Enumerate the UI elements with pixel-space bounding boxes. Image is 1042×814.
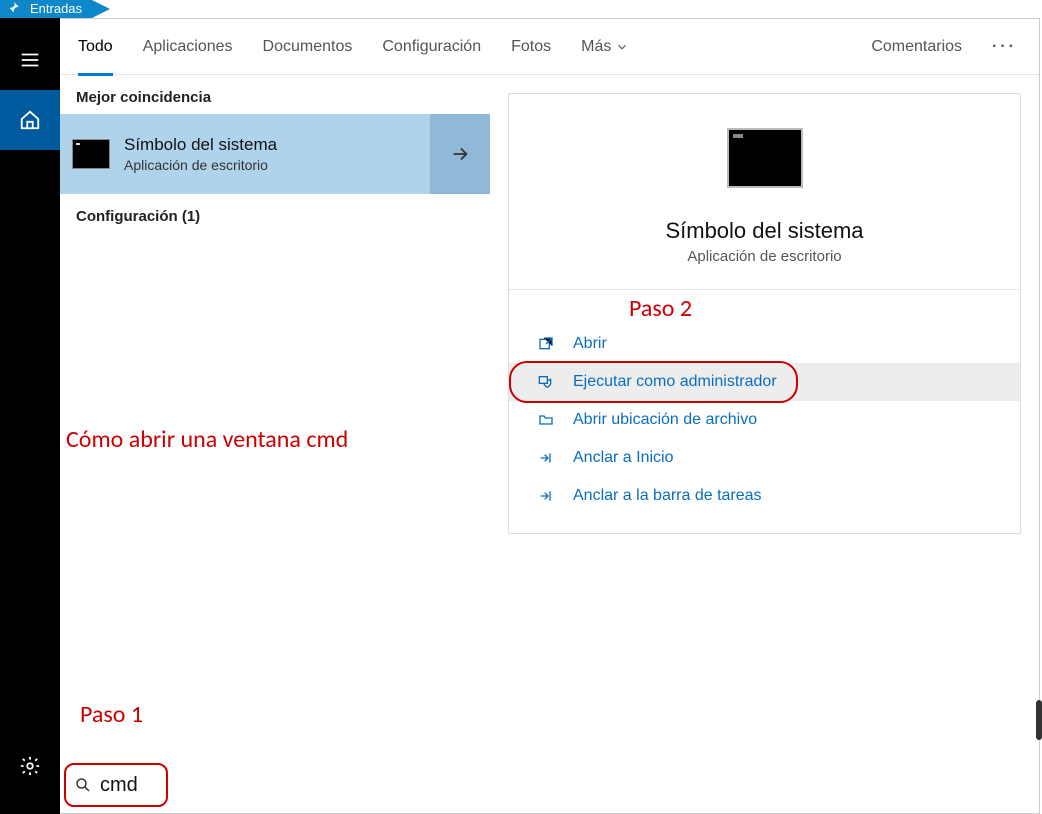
tab-documentos[interactable]: Documentos	[263, 19, 353, 75]
cmd-large-icon	[727, 128, 803, 188]
best-match-item[interactable]: Símbolo del sistema Aplicación de escrit…	[60, 114, 490, 194]
comments-label: Comentarios	[871, 38, 962, 55]
arrow-right-icon	[449, 143, 471, 165]
search-filters: Todo Aplicaciones Documentos Configuraci…	[60, 19, 1039, 75]
action-label: Abrir ubicación de archivo	[573, 411, 757, 429]
action-open[interactable]: Abrir	[509, 325, 1020, 363]
action-pin-start[interactable]: Anclar a Inicio	[509, 439, 1020, 477]
search-icon	[74, 776, 92, 794]
hamburger-button[interactable]	[0, 30, 60, 90]
action-label: Ejecutar como administrador	[573, 373, 777, 391]
search-body: Mejor coincidencia Símbolo del sistema A…	[60, 75, 1039, 813]
tab-label: Más	[581, 38, 611, 56]
tab-todo[interactable]: Todo	[78, 19, 113, 75]
pin-icon	[6, 1, 20, 15]
tab-label: Aplicaciones	[143, 38, 233, 56]
action-label: Anclar a la barra de tareas	[573, 487, 762, 505]
action-label: Anclar a Inicio	[573, 449, 674, 467]
comments-link[interactable]: Comentarios	[871, 38, 962, 56]
tab-label: Configuración	[382, 38, 481, 56]
search-input[interactable]	[100, 774, 160, 797]
pin-start-icon	[537, 449, 555, 467]
tab-label: Documentos	[263, 38, 353, 56]
tab-label: Fotos	[511, 38, 551, 56]
open-icon	[537, 335, 555, 353]
browser-tab[interactable]: Entradas	[0, 0, 92, 18]
pin-taskbar-icon	[537, 487, 555, 505]
tab-label: Todo	[78, 38, 113, 56]
detail-column: Símbolo del sistema Aplicación de escrit…	[490, 75, 1039, 813]
best-match-subtitle: Aplicación de escritorio	[124, 157, 277, 173]
configuracion-group-header[interactable]: Configuración (1)	[60, 194, 490, 239]
home-button[interactable]	[0, 90, 60, 150]
cmd-thumb-icon	[72, 139, 110, 169]
best-match-expand-button[interactable]	[430, 114, 490, 194]
chevron-down-icon	[615, 40, 629, 54]
scrollbar-thumb[interactable]	[1036, 700, 1042, 740]
folder-icon	[537, 411, 555, 429]
detail-subtitle: Aplicación de escritorio	[687, 248, 841, 265]
results-column: Mejor coincidencia Símbolo del sistema A…	[60, 75, 490, 813]
action-list: Abrir Ejecutar como administrador A	[509, 319, 1020, 521]
annotation-step1: Paso 1	[80, 700, 143, 729]
tab-configuracion[interactable]: Configuración	[382, 19, 481, 75]
shield-icon	[537, 373, 555, 391]
action-pin-taskbar[interactable]: Anclar a la barra de tareas	[509, 477, 1020, 515]
annotation-howto: Cómo abrir una ventana cmd	[66, 425, 348, 454]
tab-aplicaciones[interactable]: Aplicaciones	[143, 19, 233, 75]
start-left-rail	[0, 18, 60, 814]
tab-fotos[interactable]: Fotos	[511, 19, 551, 75]
gear-icon	[19, 755, 41, 777]
action-run-as-admin[interactable]: Ejecutar como administrador	[509, 363, 1020, 401]
search-panel: Todo Aplicaciones Documentos Configuraci…	[60, 18, 1040, 814]
detail-title: Símbolo del sistema	[665, 218, 863, 244]
action-open-location[interactable]: Abrir ubicación de archivo	[509, 401, 1020, 439]
home-icon	[19, 109, 41, 131]
menu-icon	[19, 49, 41, 71]
more-menu-button[interactable]: ···	[992, 38, 1021, 56]
detail-card: Símbolo del sistema Aplicación de escrit…	[508, 93, 1021, 534]
action-label: Abrir	[573, 335, 607, 353]
best-match-title: Símbolo del sistema	[124, 135, 277, 155]
tab-mas[interactable]: Más	[581, 19, 629, 75]
browser-tab-label: Entradas	[30, 0, 82, 18]
taskbar-search-box[interactable]	[64, 763, 168, 807]
best-match-header: Mejor coincidencia	[60, 75, 490, 114]
annotation-step2: Paso 2	[629, 294, 1042, 323]
settings-button[interactable]	[0, 736, 60, 796]
